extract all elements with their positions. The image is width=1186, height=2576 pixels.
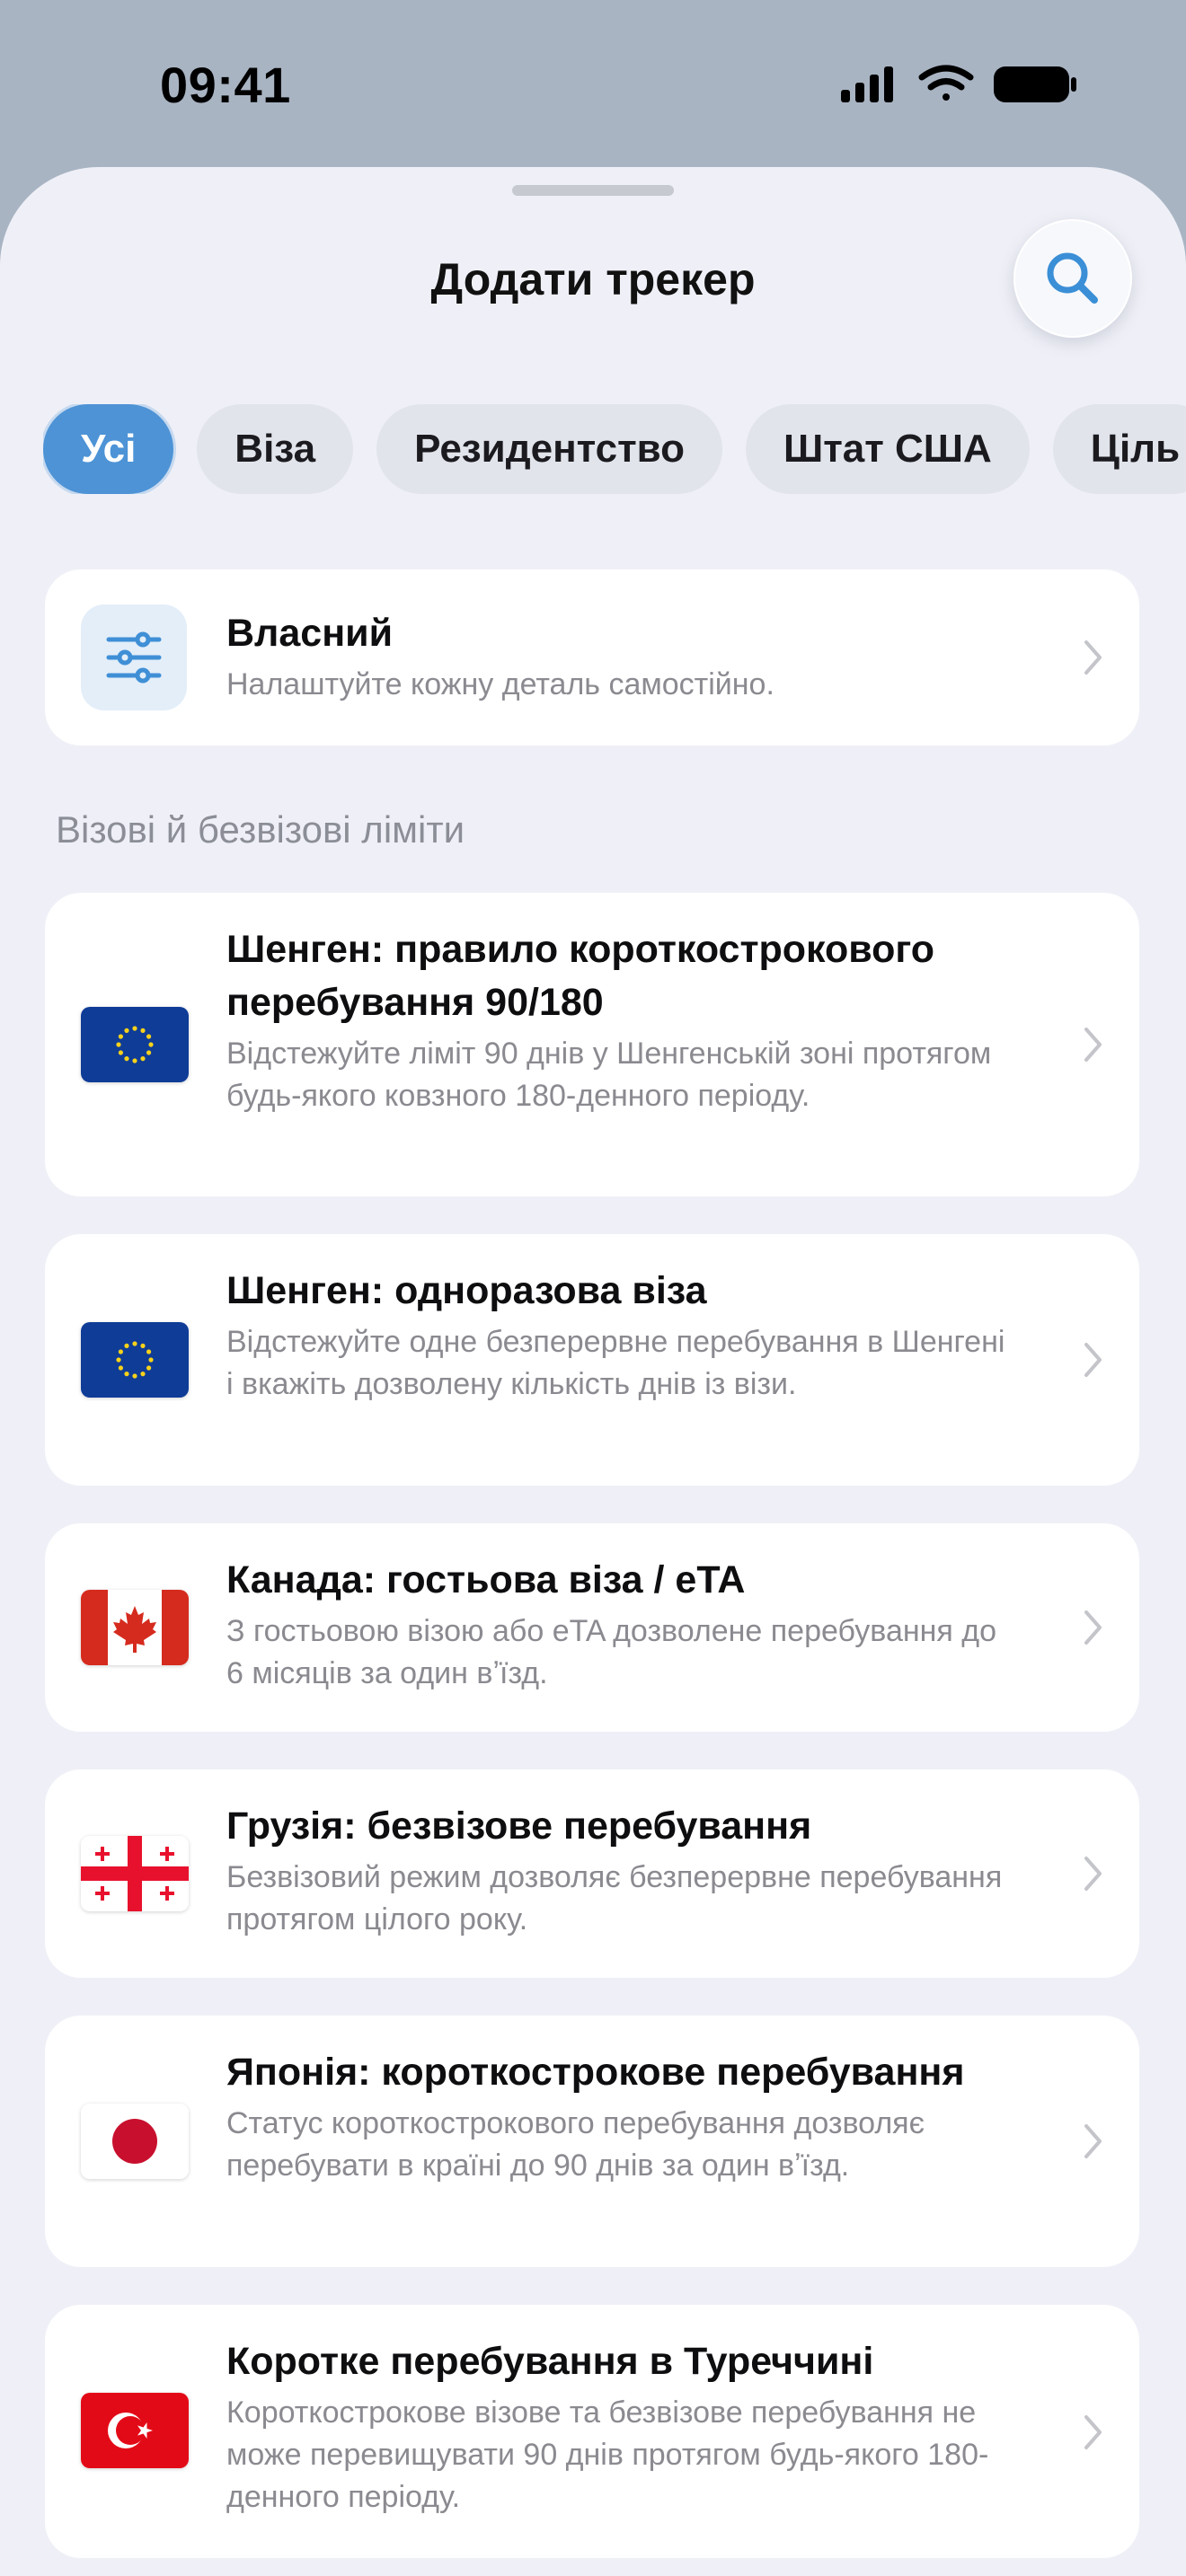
custom-tracker-card[interactable]: Власний Налаштуйте кожну деталь самостій… <box>45 569 1139 745</box>
tracker-card-schengen-90-180[interactable]: Шенген: правило короткострокового перебу… <box>45 893 1139 1196</box>
custom-description: Налаштуйте кожну деталь самостійно. <box>226 667 774 701</box>
filter-chip-goal[interactable]: Ціль <box>1052 404 1186 494</box>
sheet-grabber[interactable] <box>512 185 674 196</box>
filter-chips: Усі Віза Резидентство Штат США Ціль <box>43 404 1186 494</box>
tracker-title: Грузія: безвізове перебування <box>226 1804 812 1848</box>
search-icon <box>1047 252 1098 304</box>
tracker-description: Безвізовий режим дозволяє безперервне пе… <box>226 1860 1003 1936</box>
georgia-flag-icon <box>81 1836 189 1911</box>
chevron-right-icon <box>1084 1610 1102 1645</box>
wifi-icon <box>918 65 974 101</box>
tracker-description: З гостьовою візою або eTA дозволене пере… <box>226 1614 997 1690</box>
sliders-icon <box>106 631 162 684</box>
tracker-title: Шенген: одноразова віза <box>226 1269 707 1312</box>
tracker-title: Канада: гостьова віза / eTA <box>226 1558 746 1601</box>
status-time: 09:41 <box>160 57 291 113</box>
chevron-right-icon <box>1084 1857 1102 1891</box>
chevron-right-icon <box>1084 640 1102 675</box>
chevron-right-icon <box>1084 2415 1102 2449</box>
japan-flag-icon <box>81 2104 189 2179</box>
cellular-signal-icon <box>841 66 893 102</box>
tracker-description: Статус короткострокового перебування доз… <box>226 2106 925 2183</box>
status-bar: 09:41 <box>0 0 1186 171</box>
tracker-card-schengen-single-visa[interactable]: Шенген: одноразова віза Відстежуйте одне… <box>45 1234 1139 1486</box>
filter-chip-residency[interactable]: Резидентство <box>376 404 723 494</box>
tracker-text: Шенген: одноразова віза Відстежуйте одне… <box>226 1265 1017 1406</box>
tracker-card-japan[interactable]: Японія: короткострокове перебування Стат… <box>45 2016 1139 2267</box>
custom-title: Власний <box>226 612 394 655</box>
section-header: Візові й безвізові ліміти <box>56 808 465 851</box>
tracker-title: Коротке перебування в Туреччині <box>226 2340 874 2383</box>
tracker-card-turkey[interactable]: Коротке перебування в Туреччині Короткос… <box>45 2305 1139 2558</box>
tracker-text: Шенген: правило короткострокового перебу… <box>226 923 1017 1117</box>
chevron-right-icon <box>1084 1028 1102 1062</box>
canada-flag-icon <box>81 1590 189 1665</box>
custom-text: Власний Налаштуйте кожну деталь самостій… <box>226 607 1017 706</box>
search-button[interactable] <box>1013 219 1132 338</box>
tracker-description: Відстежуйте ліміт 90 днів у Шенгенській … <box>226 1037 992 1113</box>
filter-chip-all[interactable]: Усі <box>43 404 174 494</box>
tracker-description: Відстежуйте одне безперервне перебування… <box>226 1325 1005 1401</box>
sheet-title: Додати трекер <box>430 254 756 304</box>
tracker-text: Коротке перебування в Туреччині Короткос… <box>226 2335 1017 2519</box>
chevron-right-icon <box>1084 2124 1102 2158</box>
tracker-text: Японія: короткострокове перебування Стат… <box>226 2046 1017 2187</box>
tracker-description: Короткострокове візове та безвізове пере… <box>226 2395 989 2514</box>
chevron-right-icon <box>1084 1343 1102 1377</box>
tracker-text: Грузія: безвізове перебування Безвізовий… <box>226 1800 1017 1941</box>
add-tracker-sheet: Додати трекер Усі Віза Резидентство Штат… <box>0 167 1186 2576</box>
battery-icon <box>994 66 1076 102</box>
status-icons <box>841 65 1076 102</box>
filter-chip-visa[interactable]: Віза <box>197 404 354 494</box>
eu-flag-icon <box>81 1007 189 1082</box>
tracker-text: Канада: гостьова віза / eTA З гостьовою … <box>226 1554 1017 1695</box>
eu-flag-icon <box>81 1322 189 1398</box>
tracker-card-canada[interactable]: Канада: гостьова віза / eTA З гостьовою … <box>45 1523 1139 1732</box>
tracker-card-georgia[interactable]: Грузія: безвізове перебування Безвізовий… <box>45 1769 1139 1978</box>
custom-icon-box <box>81 604 187 710</box>
turkey-flag-icon <box>81 2393 189 2468</box>
tracker-title: Шенген: правило короткострокового перебу… <box>226 928 935 1024</box>
filter-chip-us-state[interactable]: Штат США <box>746 404 1030 494</box>
tracker-title: Японія: короткострокове перебування <box>226 2051 965 2094</box>
